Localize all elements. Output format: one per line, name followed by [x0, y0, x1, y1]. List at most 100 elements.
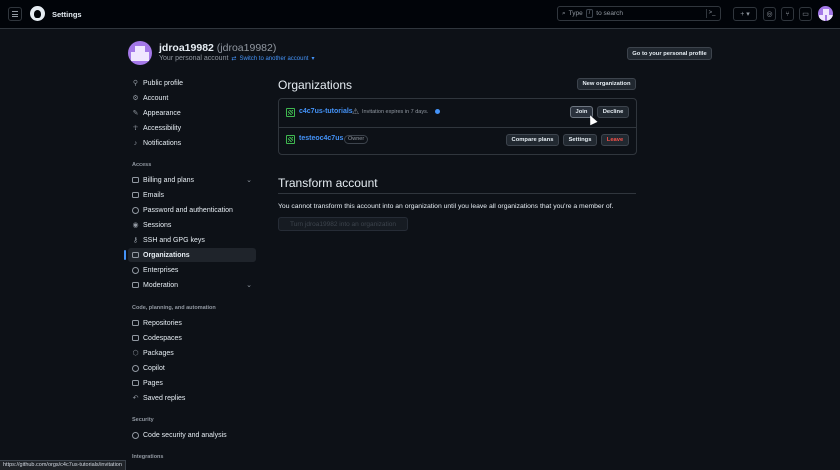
unread-dot-icon	[435, 109, 440, 114]
search-input[interactable]: ⌕ Type / to search >_	[557, 6, 721, 21]
list-divider	[279, 127, 636, 128]
sidebar-item-account[interactable]: ⚙ Account	[128, 91, 256, 105]
profile-avatar	[128, 41, 152, 65]
profile-name: jdroa19982 (jdroa19982)	[159, 42, 276, 54]
new-organization-button[interactable]: New organization	[577, 78, 636, 90]
sidebar-item-label: Code security and analysis	[143, 431, 227, 439]
sidebar-item-appearance[interactable]: ✎ Appearance	[128, 106, 256, 120]
sidebar-item-label: Pages	[143, 379, 163, 387]
alert-icon: ⚠	[352, 107, 360, 116]
decline-button[interactable]: Decline	[597, 106, 629, 118]
transform-title: Transform account	[278, 176, 378, 190]
sidebar-heading-security: Security	[132, 417, 154, 423]
sidebar-item-organizations[interactable]: Organizations	[124, 248, 256, 262]
sidebar-item-repositories[interactable]: Repositories	[128, 316, 256, 330]
compare-plans-button[interactable]: Compare plans	[506, 134, 559, 146]
broadcast-icon: ◉	[132, 221, 139, 229]
search-prefix: Type	[568, 10, 583, 17]
sidebar-item-packages[interactable]: ⬡ Packages	[128, 346, 256, 360]
menu-icon[interactable]	[8, 7, 22, 21]
top-header: Settings ⌕ Type / to search >_ + ▾ ◎ ⑂ ▭	[0, 0, 840, 29]
sidebar-item-pages[interactable]: Pages	[128, 376, 256, 390]
chevron-down-icon: ⌄	[246, 282, 252, 289]
leave-button[interactable]: Leave	[601, 134, 629, 146]
transform-description: You cannot transform this account into a…	[278, 203, 614, 210]
paintbrush-icon: ✎	[132, 109, 139, 117]
sidebar-item-ssh-gpg[interactable]: ⚷ SSH and GPG keys	[128, 233, 256, 247]
org-avatar-icon[interactable]	[286, 108, 295, 117]
issue-icon[interactable]: ◎	[763, 7, 776, 21]
package-icon: ⬡	[132, 349, 139, 357]
key-icon: ⚷	[132, 236, 139, 244]
org-name-link[interactable]: c4c7us-tutorials	[299, 108, 353, 115]
sidebar-item-label: Enterprises	[143, 266, 179, 274]
sidebar-item-codespaces[interactable]: Codespaces	[128, 331, 256, 345]
reply-icon: ↶	[132, 394, 139, 402]
command-palette-icon[interactable]: >_	[706, 9, 717, 18]
sidebar-item-label: Repositories	[143, 319, 182, 327]
sidebar-item-saved-replies[interactable]: ↶ Saved replies	[128, 391, 256, 405]
profile-login: (jdroa19982)	[216, 42, 277, 54]
organization-icon	[132, 252, 139, 258]
search-icon: ⌕	[562, 9, 566, 17]
org-name-link[interactable]: testeoc4c7us	[299, 135, 343, 142]
sidebar-item-label: Organizations	[143, 251, 190, 259]
sidebar-item-label: Moderation	[143, 281, 179, 289]
credit-card-icon	[132, 177, 139, 183]
sidebar-item-password[interactable]: Password and authentication	[128, 203, 256, 217]
sidebar-item-enterprises[interactable]: Enterprises	[128, 263, 256, 277]
role-badge: Owner	[344, 135, 369, 144]
go-to-profile-button[interactable]: Go to your personal profile	[627, 47, 712, 60]
sidebar-item-moderation[interactable]: Moderation ⌄	[128, 278, 256, 292]
user-avatar[interactable]	[818, 6, 833, 21]
sidebar-item-billing[interactable]: Billing and plans ⌄	[128, 173, 256, 187]
switch-arrows-icon: ⇄	[231, 56, 237, 62]
sidebar-heading-code: Code, planning, and automation	[132, 305, 216, 311]
sidebar-heading-integrations: Integrations	[132, 454, 164, 460]
person-icon: ⚲	[132, 79, 139, 87]
profile-subtitle: Your personal account ⇄ Switch to anothe…	[159, 55, 315, 62]
org-avatar-icon[interactable]	[286, 135, 295, 144]
sidebar-item-copilot[interactable]: Copilot	[128, 361, 256, 375]
search-suffix: to search	[596, 10, 624, 17]
globe-icon	[132, 266, 139, 274]
sidebar-item-label: SSH and GPG keys	[143, 236, 205, 244]
codespaces-icon	[132, 335, 139, 341]
sidebar-item-public-profile[interactable]: ⚲ Public profile	[128, 76, 256, 90]
sidebar-item-label: Sessions	[143, 221, 172, 229]
sidebar-item-accessibility[interactable]: ☥ Accessibility	[128, 121, 256, 135]
inbox-icon[interactable]: ▭	[799, 7, 812, 21]
sidebar-item-label: Packages	[143, 349, 174, 357]
chevron-down-icon: ▾	[311, 56, 315, 62]
browser-icon	[132, 380, 139, 386]
section-divider	[278, 193, 636, 194]
github-logo-icon[interactable]	[30, 6, 45, 21]
pull-request-icon[interactable]: ⑂	[781, 7, 794, 21]
sidebar-item-label: Appearance	[143, 109, 181, 117]
sidebar-item-label: Public profile	[143, 79, 184, 87]
sidebar-item-sessions[interactable]: ◉ Sessions	[128, 218, 256, 232]
chevron-down-icon: ⌄	[246, 177, 252, 184]
sidebar-item-label: Accessibility	[143, 124, 182, 132]
sidebar-item-emails[interactable]: Emails	[128, 188, 256, 202]
sidebar-item-notifications[interactable]: ♪ Notifications	[128, 136, 256, 150]
sidebar-item-label: Password and authentication	[143, 206, 233, 214]
sidebar-item-code-security[interactable]: Code security and analysis	[128, 428, 256, 442]
status-bar-url: https://github.com/orgs/c4c7us-tutorials…	[0, 460, 126, 470]
accessibility-icon: ☥	[132, 124, 139, 132]
shield-lock-icon	[132, 206, 139, 214]
sidebar-item-label: Saved replies	[143, 394, 186, 402]
transform-account-button[interactable]: Turn jdroa19982 into an organization	[278, 217, 408, 231]
report-icon	[132, 282, 139, 288]
page-context-title[interactable]: Settings	[52, 10, 82, 19]
switch-account-link[interactable]: Switch to another account	[239, 56, 308, 62]
organizations-title: Organizations	[278, 78, 353, 92]
copilot-icon	[132, 364, 139, 372]
sidebar-item-label: Emails	[143, 191, 165, 199]
org-settings-button[interactable]: Settings	[563, 134, 597, 146]
create-new-button[interactable]: + ▾	[733, 7, 757, 21]
sidebar-heading-access: Access	[132, 162, 152, 168]
slash-key-hint: /	[585, 9, 594, 18]
bell-icon: ♪	[133, 139, 138, 147]
sidebar-item-label: Notifications	[143, 139, 182, 147]
